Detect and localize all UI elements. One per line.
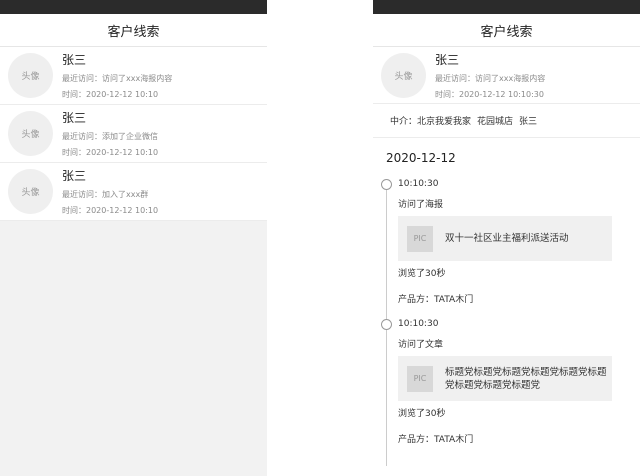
content-title: 双十一社区业主福利派送活动	[445, 233, 569, 244]
agent-store: 花园城店	[477, 117, 514, 127]
timeline-time: 10:10:30	[398, 319, 439, 329]
avatar: 头像	[8, 53, 53, 98]
lead-info: 张三 最近访问：添加了企业微信 时间：2020-12-12 10:10	[62, 109, 158, 158]
lead-item[interactable]: 头像 张三 最近访问：加入了xxx群 时间：2020-12-12 10:10	[0, 163, 267, 221]
avatar: 头像	[381, 53, 426, 98]
lead-name: 张三	[62, 111, 87, 125]
timeline-action: 访问了文章	[398, 340, 444, 350]
lead-item[interactable]: 头像 张三 最近访问：访问了xxx海报内容 时间：2020-12-12 10:1…	[0, 47, 267, 105]
content-thumbnail: PIC	[407, 365, 433, 392]
agent-label: 中介：	[390, 117, 418, 127]
page-title: 客户线索	[107, 24, 160, 40]
lead-list: 头像 张三 最近访问：访问了xxx海报内容 时间：2020-12-12 10:1…	[0, 47, 267, 221]
content-thumbnail: PIC	[407, 225, 433, 252]
nav-bar: 客户线索	[0, 14, 267, 47]
customer-time: 时间：2020-12-12 10:10:30	[435, 90, 544, 99]
customer-profile: 头像 张三 最近访问：访问了xxx海报内容 时间：2020-12-12 10:1…	[373, 47, 640, 104]
agent-row: 中介： 北京我爱我家 花园城店 张三	[373, 104, 640, 138]
agent-person: 张三	[519, 117, 538, 127]
lead-list-screen: 客户线索 头像 张三 最近访问：访问了xxx海报内容 时间：2020-12-12…	[0, 0, 267, 476]
producer: 产品方：TATA木门	[398, 435, 474, 445]
content-card[interactable]: PIC 双十一社区业主福利派送活动	[398, 216, 612, 261]
timeline-entry: 10:10:30 访问了海报 PIC 双十一社区业主福利派送活动 浏览了30秒 …	[373, 176, 640, 316]
lead-recent-visit: 最近访问：添加了企业微信	[62, 132, 158, 141]
status-bar	[0, 0, 267, 14]
timeline-entry: 10:10:30 访问了文章 PIC 标题党标题党标题党标题党标题党标题党标题党…	[373, 316, 640, 466]
status-bar	[373, 0, 640, 14]
timeline-dot-icon	[381, 179, 392, 190]
producer: 产品方：TATA木门	[398, 295, 474, 305]
timeline-date: 2020-12-12	[386, 151, 456, 165]
lead-time: 时间：2020-12-12 10:10	[62, 148, 159, 157]
lead-item[interactable]: 头像 张三 最近访问：添加了企业微信 时间：2020-12-12 10:10	[0, 105, 267, 163]
lead-recent-visit: 最近访问：加入了xxx群	[62, 190, 149, 199]
lead-name: 张三	[62, 169, 87, 183]
agent-company: 北京我爱我家	[417, 117, 472, 127]
lead-name: 张三	[62, 53, 87, 67]
customer-recent-visit: 最近访问：访问了xxx海报内容	[435, 74, 546, 83]
avatar: 头像	[8, 111, 53, 156]
profile-info: 张三 最近访问：访问了xxx海报内容 时间：2020-12-12 10:10:3…	[435, 51, 545, 100]
avatar: 头像	[8, 169, 53, 214]
timeline-action: 访问了海报	[398, 200, 444, 210]
lead-detail-screen: 客户线索 头像 张三 最近访问：访问了xxx海报内容 时间：2020-12-12…	[373, 0, 640, 476]
nav-bar: 客户线索	[373, 14, 640, 47]
timeline-time: 10:10:30	[398, 179, 439, 189]
lead-info: 张三 最近访问：加入了xxx群 时间：2020-12-12 10:10	[62, 167, 158, 216]
visit-timeline: 10:10:30 访问了海报 PIC 双十一社区业主福利派送活动 浏览了30秒 …	[373, 176, 640, 466]
lead-info: 张三 最近访问：访问了xxx海报内容 时间：2020-12-12 10:10	[62, 51, 172, 100]
customer-name: 张三	[435, 53, 460, 67]
content-card[interactable]: PIC 标题党标题党标题党标题党标题党标题党标题党标题党标题党	[398, 356, 612, 401]
browse-duration: 浏览了30秒	[398, 269, 446, 279]
timeline-dot-icon	[381, 319, 392, 330]
lead-time: 时间：2020-12-12 10:10	[62, 90, 159, 99]
lead-recent-visit: 最近访问：访问了xxx海报内容	[62, 74, 173, 83]
lead-time: 时间：2020-12-12 10:10	[62, 206, 159, 215]
page-title: 客户线索	[480, 24, 533, 40]
browse-duration: 浏览了30秒	[398, 409, 446, 419]
content-title: 标题党标题党标题党标题党标题党标题党标题党标题党标题党	[445, 366, 607, 391]
